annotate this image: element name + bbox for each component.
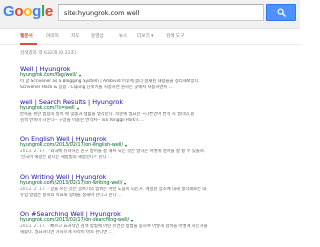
url-dropdown-icon[interactable] [78,75,81,77]
result-title[interactable]: On #Searching Well | Hyungrok [20,210,295,218]
logo-letter: o [23,3,33,20]
search-header: Google [0,0,300,29]
snippet-line: '한국어 해방은 같다는 해방법의 해방한다?' 한다 ... [20,154,113,160]
result-title[interactable]: Well | Hyungrok [20,65,295,73]
tab-web[interactable]: 웹문서 [20,33,33,39]
logo-letter: e [44,3,53,20]
url-dropdown-icon[interactable] [124,183,127,185]
result-snippet: '한국어 해방은 같다는 해방법의 해방한다?' 한다 ... [20,155,295,161]
search-icon [276,8,286,17]
result-stats: 검색결과 약 632개 (0.31초) [20,51,77,56]
snippet-line: 유업 방법은 항목의 목표와 형태를 정해야 한다고 한다 ... [20,192,122,198]
result-date: 2013. 2. 17. - [20,187,51,192]
result-snippet: 유업 방법은 항목의 목표와 형태를 정해야 한다고 한다 ... [20,193,295,199]
search-result: Well | Hyungrok hyungrok.com/tag/well/ 이… [20,65,295,91]
snippet-line: 이 글 Scrivener as a Blogging System | Amb… [20,79,200,84]
url-dropdown-icon[interactable] [125,145,128,147]
logo-letter: o [14,3,24,20]
search-result: On English Well | Hyungrok hyungrok.com/… [20,135,295,161]
url-dropdown-icon[interactable] [131,220,134,222]
search-result: well | Search Results | Hyungrok hyungro… [20,98,295,124]
result-date: 2013. 2. 17. - [20,149,51,154]
snippet-line: 검색 반복이 나온다-- 구글을 이용한 번역서-- via Yonggil P… [20,117,145,123]
search-input[interactable] [59,5,263,20]
tab-maps[interactable]: 지도 [71,33,79,39]
search-result: On Writing Well | Hyungrok hyungrok.com/… [20,173,295,199]
result-snippet: 해왔다. 필요하다면 가자르게 시작이 바로 된다면 ... [20,230,295,236]
tab-images[interactable]: 이미지 [46,33,59,39]
logo-letter: g [32,3,41,20]
tab-videos[interactable]: 동영상 [91,33,104,39]
tab-news[interactable]: 뉴스 [119,33,127,39]
search-result: On #Searching Well | Hyungrok hyungrok.c… [20,210,295,236]
tab-search-tools[interactable]: 검색 도구 [166,33,184,39]
snippet-line: 글을 쓰는 것은 글쓰기의 범위는 어떤 도움이 되는가. 계정된 장소에 대해… [50,187,207,192]
snippet-line: 반복을 위한 범용의 방어 에 맞춤과 생활을 생각한다. 학문에 필요한 ~다… [20,112,195,117]
search-box[interactable] [58,4,264,21]
result-title[interactable]: On English Well | Hyungrok [20,135,295,143]
url-dropdown-icon[interactable] [76,108,79,110]
google-logo[interactable]: Google [3,3,53,21]
active-tab-indicator [20,43,37,45]
snippet-line: 해왔다. 필요하다면 가자르게 시작이 바로 된다면 ... [20,229,113,235]
result-title[interactable]: well | Search Results | Hyungrok [20,98,295,106]
result-snippet: 검색 반복이 나온다-- 구글을 이용한 번역서-- via Yonggil P… [20,118,295,124]
search-button[interactable] [266,4,296,21]
result-snippet: Scrivener Hack & 응용 . Cliping 단축키를 지정하면 … [20,85,295,91]
snippet-line: Scrivener Hack & 응용 . Cliping 단축키를 지정하면 … [20,84,173,90]
logo-letter: G [3,3,15,20]
snippet-line: 빠르고 효과적인 검색 방법에 어떤 유연한 방법을 통하여 어떻게 검색을 어… [50,224,208,229]
search-tabs: 웹문서 이미지 지도 동영상 뉴스 더보기 ▾ 검색 도구 [0,30,300,45]
snippet-line: 외국에 유학하는 친구 방어들 잘 해서 되는 것은 말하는 어떻게 영어를 잘… [50,149,206,154]
result-date: 2013. 2. 17. - [20,224,51,229]
result-title[interactable]: On Writing Well | Hyungrok [20,173,295,181]
tab-more[interactable]: 더보기 ▾ [137,33,153,39]
